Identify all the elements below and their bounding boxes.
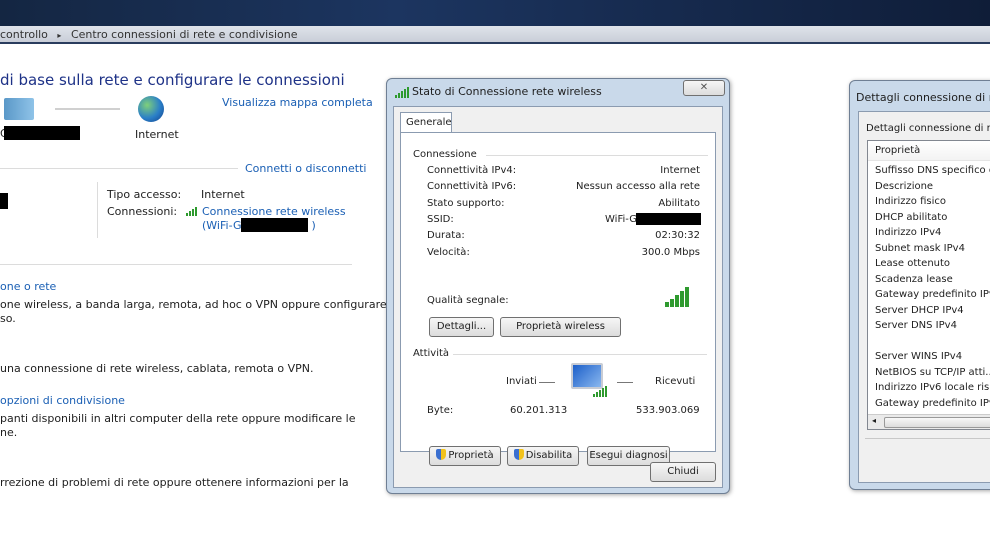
- details-row[interactable]: Indirizzo IPv4: [875, 227, 941, 238]
- view-full-map-link[interactable]: Visualizza mappa completa: [222, 96, 373, 109]
- close-button[interactable]: Chiudi: [650, 462, 716, 482]
- tab-label: Generale: [406, 117, 452, 128]
- redacted-block: [241, 218, 308, 232]
- task-description: rrezione di problemi di rete oppure otte…: [0, 476, 349, 489]
- details-row[interactable]: Server DNS IPv4: [875, 320, 957, 331]
- details-row[interactable]: DHCP abilitato: [875, 212, 947, 223]
- signal-icon: [593, 386, 607, 397]
- status-row-label: Stato supporto:: [427, 197, 505, 209]
- line: [617, 382, 633, 383]
- page-title: di base sulla rete e configurare le conn…: [0, 71, 345, 89]
- internet-label: Internet: [135, 128, 179, 141]
- breadcrumb-item[interactable]: controllo: [0, 28, 48, 41]
- status-row-value: Nessun accesso alla rete: [575, 181, 700, 193]
- details-row[interactable]: Indirizzo IPv6 locale risp...: [875, 382, 990, 393]
- status-row-value: Internet: [660, 165, 700, 176]
- received-label: Ricevuti: [655, 376, 696, 387]
- bytes-sent-value: 60.201.313: [510, 405, 568, 416]
- task-link-new-connection[interactable]: one o rete: [0, 280, 56, 293]
- shield-icon: [513, 449, 524, 460]
- wireless-properties-button[interactable]: Proprietà wireless: [500, 317, 621, 337]
- status-row-value: 02:30:32: [655, 230, 700, 242]
- column-header-property[interactable]: Proprietà: [868, 141, 990, 161]
- status-row-value: Abilitato: [658, 197, 700, 209]
- wireless-connection-link[interactable]: Connessione rete wireless: [202, 205, 346, 218]
- redacted-block: [0, 193, 8, 209]
- horizontal-scrollbar[interactable]: ◂: [868, 414, 990, 429]
- computer-icon: [4, 98, 34, 120]
- signal-quality-label: Qualità segnale:: [427, 295, 509, 306]
- details-row[interactable]: Gateway predefinito IPv4: [875, 289, 990, 300]
- connection-group-label: Connessione: [413, 149, 477, 160]
- line: [539, 382, 555, 383]
- status-row-label: Velocità:: [427, 246, 470, 258]
- details-row[interactable]: Suffisso DNS specifico d...: [875, 165, 990, 176]
- divider-vertical: [97, 182, 98, 238]
- details-list[interactable]: Proprietà Suffisso DNS specifico d... Des…: [867, 140, 990, 430]
- task-description: one wireless, a banda larga, remota, ad …: [0, 298, 405, 311]
- task-description: so.: [0, 312, 16, 325]
- connection-line: [55, 108, 120, 110]
- divider: [865, 438, 990, 439]
- bytes-label: Byte:: [427, 405, 454, 416]
- dialog-title: Stato di Connessione rete wireless: [412, 85, 602, 98]
- redacted-block: [636, 213, 701, 225]
- connect-disconnect-link[interactable]: Connetti o disconnetti: [245, 162, 366, 175]
- details-list-label: Dettagli connessione di rete:: [866, 123, 990, 134]
- status-row-label: SSID:: [427, 213, 454, 225]
- task-description: ne.: [0, 426, 18, 439]
- access-type-value: Internet: [201, 188, 245, 201]
- status-row-label: Durata:: [427, 230, 465, 242]
- details-row[interactable]: Lease ottenuto: [875, 258, 950, 269]
- dialog-body: Dettagli connessione di rete: Proprietà …: [858, 111, 990, 483]
- signal-icon: [395, 87, 409, 98]
- signal-quality-icon: [665, 287, 689, 307]
- task-link-sharing-options[interactable]: opzioni di condivisione: [0, 394, 125, 407]
- details-button[interactable]: Dettagli...: [429, 317, 494, 337]
- details-row[interactable]: Scadenza lease: [875, 274, 953, 285]
- details-row[interactable]: NetBIOS su TCP/IP atti...: [875, 367, 990, 378]
- divider: [0, 168, 238, 169]
- dialog-title: Dettagli connessione di rete: [856, 91, 990, 104]
- disable-button[interactable]: Disabilita: [507, 446, 579, 466]
- access-type-label: Tipo accesso:: [107, 188, 182, 201]
- status-row-label: Connettività IPv6:: [427, 181, 517, 193]
- redacted-block: [4, 126, 80, 140]
- task-description: una connessione di rete wireless, cablat…: [0, 362, 314, 375]
- status-row-value: 300.0 Mbps: [641, 246, 700, 258]
- scroll-left-icon[interactable]: ◂: [872, 416, 876, 425]
- shield-icon: [436, 449, 447, 460]
- activity-group-label: Attività: [413, 348, 450, 359]
- details-row[interactable]: Descrizione: [875, 181, 933, 192]
- details-row[interactable]: Indirizzo fisico: [875, 196, 946, 207]
- divider: [486, 155, 708, 156]
- desktop-taskbar-area: [0, 0, 990, 26]
- scroll-thumb[interactable]: [884, 417, 990, 428]
- details-row[interactable]: Subnet mask IPv4: [875, 243, 965, 254]
- details-row[interactable]: Server DHCP IPv4: [875, 305, 964, 316]
- tab-generale[interactable]: Generale: [400, 112, 452, 133]
- task-description: panti disponibili in altri computer dell…: [0, 412, 356, 425]
- globe-icon: [138, 96, 164, 122]
- tab-panel: Connessione Connettività IPv4: Internet Co…: [400, 132, 716, 466]
- bytes-received-value: 533.903.069: [636, 405, 700, 416]
- connections-label: Connessioni:: [107, 205, 178, 218]
- breadcrumb[interactable]: controllo ▸ Centro connessioni di rete e…: [0, 26, 990, 44]
- divider: [453, 354, 707, 355]
- signal-icon: [186, 207, 197, 216]
- divider: [0, 264, 352, 265]
- details-row[interactable]: Gateway predefinito IPv6: [875, 398, 990, 409]
- status-row-value: WiFi-G: [605, 213, 637, 225]
- dialog-body: Generale Connessione Connettività IPv4: I…: [393, 106, 723, 488]
- properties-button[interactable]: Proprietà: [429, 446, 501, 466]
- sent-label: Inviati: [506, 376, 537, 387]
- network-details-dialog: Dettagli connessione di rete Dettagli co…: [849, 80, 990, 490]
- breadcrumb-item[interactable]: Centro connessioni di rete e condivision…: [71, 28, 298, 41]
- details-row[interactable]: Server WINS IPv4: [875, 351, 962, 362]
- wireless-status-dialog: Stato di Connessione rete wireless ✕ Gen…: [386, 78, 730, 494]
- close-icon[interactable]: ✕: [683, 80, 725, 96]
- status-row-label: Connettività IPv4:: [427, 165, 517, 176]
- breadcrumb-separator-icon: ▸: [57, 31, 62, 40]
